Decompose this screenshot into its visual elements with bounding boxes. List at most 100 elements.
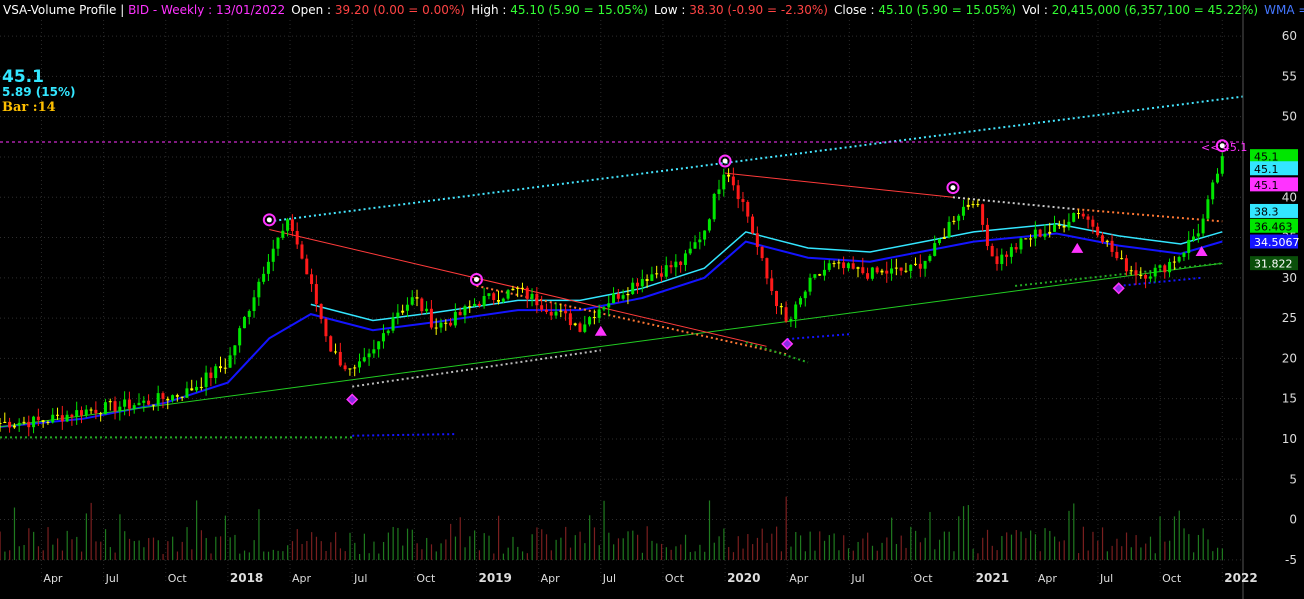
candle-body <box>727 174 731 177</box>
candle-body <box>933 243 937 256</box>
volume-bar <box>986 529 989 560</box>
volume-bar <box>843 535 845 560</box>
candle-body <box>185 388 189 398</box>
volume-bar <box>1034 534 1037 560</box>
candle-body <box>564 310 568 314</box>
candle-body <box>573 323 577 326</box>
volume-bar <box>483 533 485 560</box>
candle-body <box>463 306 467 316</box>
candle-body <box>290 219 294 232</box>
volume-bar <box>742 548 744 560</box>
candle-body <box>132 405 136 409</box>
volume-bar <box>1159 516 1161 560</box>
volume-bar <box>33 531 35 560</box>
candle-body <box>1072 213 1076 222</box>
candle-body <box>1076 213 1080 215</box>
candle-body <box>846 263 850 269</box>
candle-body <box>348 368 352 370</box>
candle-body <box>1158 265 1162 268</box>
candle-body <box>904 270 908 272</box>
volume-bar <box>627 531 629 560</box>
candle-body <box>856 267 860 269</box>
candle-body <box>343 365 347 370</box>
candle-body <box>199 386 203 388</box>
candle-body <box>161 393 165 399</box>
volume-bar <box>176 551 179 560</box>
volume-bar <box>124 531 126 560</box>
volume-bar <box>210 553 212 560</box>
candle-body <box>281 230 285 238</box>
top-marker-dot <box>950 185 956 191</box>
volume-bar <box>272 549 274 560</box>
volume-bar <box>526 553 528 560</box>
candle-body <box>218 366 222 369</box>
candle-body <box>1177 256 1181 262</box>
price-tag-label: 31.822 <box>1254 258 1293 271</box>
volume-bar <box>560 537 562 560</box>
chart-background <box>0 0 1304 599</box>
volume-bar <box>18 546 20 560</box>
volume-bar <box>263 551 265 560</box>
candle-body <box>51 414 55 423</box>
volume-bar <box>344 551 346 560</box>
volume-bar <box>699 544 701 560</box>
candle-body <box>420 298 424 312</box>
candle-body <box>60 415 64 422</box>
volume-bar <box>1097 540 1099 560</box>
candle-body <box>334 351 338 353</box>
volume-bar <box>1030 530 1032 560</box>
high-label: High : <box>471 3 510 17</box>
volume-bar <box>1140 547 1142 560</box>
volume-bar <box>148 538 150 560</box>
candle-body <box>842 262 846 269</box>
volume-bar <box>756 537 759 560</box>
last-price-marker: << 45.1 <box>1201 141 1247 154</box>
volume-bar <box>1125 532 1128 560</box>
volume-bar <box>517 546 519 560</box>
price-tag-label: 36.463 <box>1254 220 1293 233</box>
candle-body <box>1172 261 1176 263</box>
candle-body <box>525 287 529 299</box>
volume-bar <box>47 527 49 560</box>
candle-body <box>94 409 98 414</box>
candle-body <box>511 288 515 291</box>
candle-body <box>391 317 395 331</box>
volume-bar <box>239 553 241 560</box>
candle-body <box>151 404 155 406</box>
volume-bar <box>0 531 1 560</box>
candle-body <box>329 336 333 352</box>
volume-bar <box>1001 536 1003 560</box>
volume-bar <box>747 534 749 560</box>
volume-bar <box>569 547 572 560</box>
price-tag-label: 45.1 <box>1254 179 1279 192</box>
volume-bar <box>867 532 869 560</box>
candle-body <box>396 312 400 318</box>
candle-body <box>444 322 448 324</box>
volume-bar <box>402 545 404 560</box>
candle-body <box>1168 261 1172 273</box>
volume-bar <box>1154 553 1156 560</box>
candle-body <box>12 425 16 428</box>
y-tick-label: 15 <box>1282 392 1297 406</box>
candle-body <box>751 216 755 234</box>
close-label: Close : <box>834 3 878 17</box>
volume-bar <box>603 500 605 560</box>
candle-body <box>41 420 45 422</box>
volume-bar <box>876 550 878 560</box>
candle-body <box>429 308 433 328</box>
candle-body <box>1009 247 1013 257</box>
x-tick-label: Jul <box>105 572 119 585</box>
candle-body <box>827 263 831 270</box>
volume-bar <box>905 547 907 560</box>
x-tick-label: Jul <box>602 572 616 585</box>
candle-body <box>832 263 836 265</box>
candle-body <box>1196 233 1200 237</box>
volume-bar <box>128 538 131 560</box>
candle-body <box>870 267 874 279</box>
price-tag-label: 34.5067 <box>1254 236 1300 249</box>
volume-bar <box>881 542 883 560</box>
candle-body <box>937 238 941 244</box>
candle-body <box>1144 274 1148 279</box>
candle-body <box>894 267 898 269</box>
candle-body <box>516 287 520 289</box>
